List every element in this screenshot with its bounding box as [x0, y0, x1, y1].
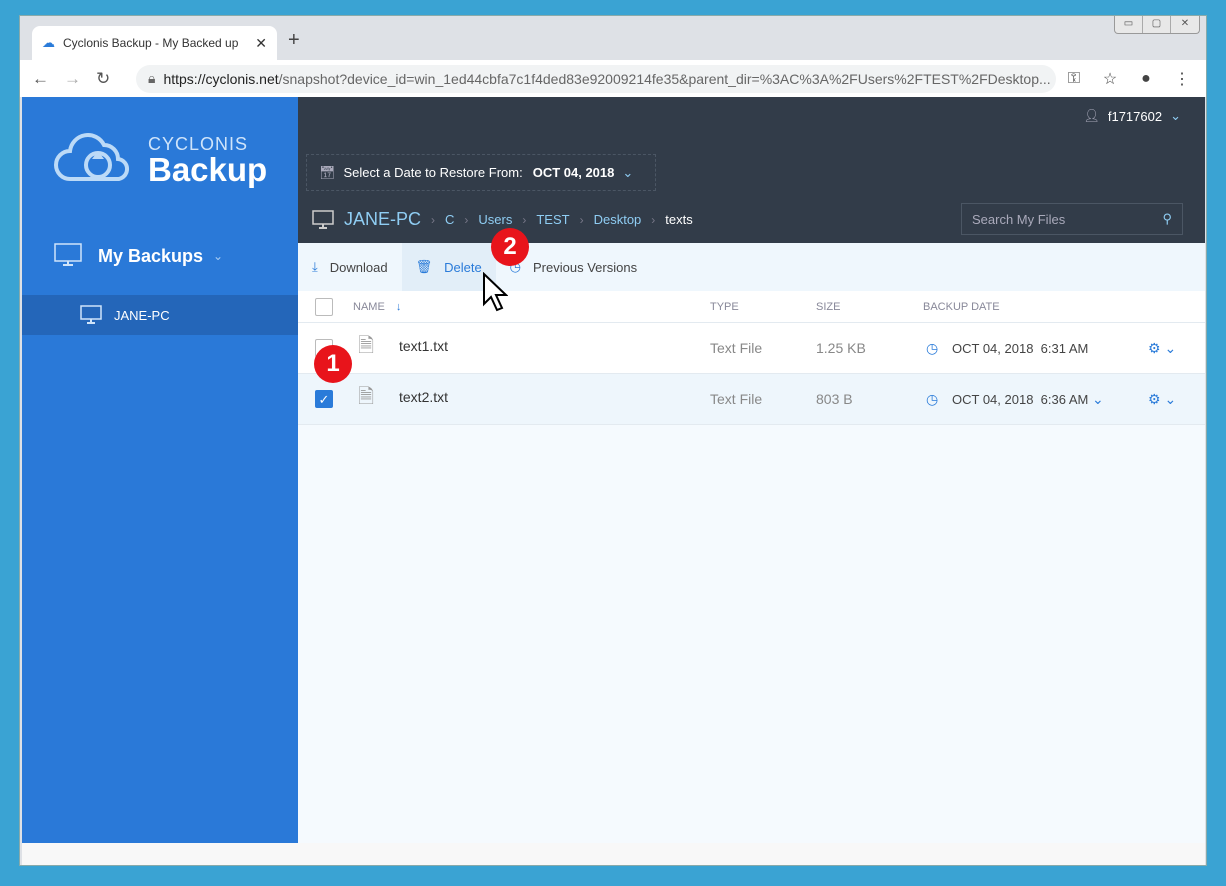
menu-icon[interactable]: ⋮ [1164, 69, 1200, 89]
column-size[interactable]: SIZE [816, 301, 840, 313]
sort-down-icon: ↓ [395, 300, 402, 313]
step-badge-1: 1 [314, 345, 352, 383]
toolbar: ⤓ Download 🗑︎ Delete ◷ Previous Versions [298, 243, 1205, 291]
column-name[interactable]: NAME ↓ [353, 301, 401, 313]
close-tab-icon[interactable]: ✕ [255, 35, 267, 52]
breadcrumb-item[interactable]: TEST [536, 212, 569, 227]
breadcrumb-item[interactable]: JANE-PC [344, 209, 421, 230]
cloud-favicon-icon: ☁ [42, 35, 55, 50]
column-backup-date[interactable]: BACKUP DATE [923, 301, 1000, 313]
delete-label: Delete [444, 259, 482, 275]
user-menu[interactable]: 👤︎ f1717602 ⌄ [1083, 108, 1181, 124]
sidebar-item-my-backups[interactable]: My Backups ⌄ [54, 243, 223, 269]
tab-title: Cyclonis Backup - My Backed up [63, 36, 239, 50]
back-icon[interactable]: ← [32, 69, 64, 89]
file-icon: 🗎 [358, 386, 375, 408]
cloud-upload-icon [54, 133, 129, 182]
file-size: 1.25 KB [816, 340, 866, 356]
brand-bottom: Backup [148, 150, 268, 188]
browser-tab[interactable]: ☁ Cyclonis Backup - My Backed up ✕ [32, 26, 277, 60]
monitor-cloud-icon [54, 243, 82, 266]
chevron-down-icon: ⌄ [1170, 108, 1181, 123]
file-size: 803 B [816, 391, 853, 407]
gear-menu-icon[interactable]: ⚙ ⌄ [1148, 391, 1176, 408]
breadcrumb-item[interactable]: Users [478, 212, 512, 227]
status-bar [22, 843, 1205, 865]
header: 👤︎ f1717602 ⌄ 📅︎ Select a Date to Restore F… [298, 97, 1205, 243]
reload-icon[interactable]: ↻ [96, 69, 128, 89]
version-dropdown-icon[interactable]: ⌄ [1092, 391, 1104, 408]
browser-window: ☁ Cyclonis Backup - My Backed up ✕ + ▭ ▢ ✕… [19, 15, 1207, 866]
forward-icon[interactable]: → [64, 69, 96, 89]
chevron-right-icon: › [579, 212, 584, 227]
search-icon[interactable]: ⚲ [1162, 211, 1172, 227]
monitor-icon [312, 209, 334, 229]
previous-versions-label: Previous Versions [533, 259, 638, 275]
chevron-down-icon: ⌄ [622, 164, 634, 180]
chevron-down-icon: ⌄ [213, 249, 224, 263]
date-label: Select a Date to Restore From: [343, 165, 523, 180]
chevron-right-icon: › [651, 212, 656, 227]
column-type[interactable]: TYPE [710, 301, 739, 313]
backup-date: OCT 04, 2018 6:36 AM [952, 391, 1089, 407]
file-icon: 🗎 [358, 335, 375, 357]
date-value: OCT 04, 2018 [532, 165, 615, 180]
search-placeholder: Search My Files [972, 211, 1066, 227]
breadcrumb-current: texts [665, 212, 693, 227]
tab-bar: ☁ Cyclonis Backup - My Backed up ✕ + ▭ ▢ ✕ [20, 16, 1206, 60]
device-label: JANE-PC [114, 307, 170, 323]
clock-icon: ◷ [926, 339, 939, 356]
my-backups-label: My Backups [98, 245, 204, 266]
download-label: Download [329, 259, 388, 275]
gear-menu-icon[interactable]: ⚙ ⌄ [1148, 340, 1176, 357]
step-badge-2: 2 [491, 228, 529, 266]
backup-date: OCT 04, 2018 6:31 AM [952, 340, 1089, 356]
mouse-cursor-icon [483, 272, 508, 312]
file-name[interactable]: text1.txt [399, 338, 448, 354]
breadcrumb-item[interactable]: Desktop [594, 212, 642, 227]
close-window-button[interactable]: ✕ [1171, 16, 1199, 33]
search-input[interactable]: Search My Files ⚲ [961, 203, 1183, 235]
account-icon[interactable]: ● [1128, 70, 1164, 88]
star-icon[interactable]: ☆ [1092, 69, 1128, 89]
url-input[interactable]: 🔒︎ https://cyclonis.net/snapshot?device_… [136, 64, 1056, 93]
file-type: Text File [710, 340, 763, 356]
calendar-icon: 📅︎ [319, 164, 336, 180]
app: CYCLONIS Backup My Backups ⌄ JANE-PC 👤︎ f17… [22, 97, 1205, 843]
chevron-right-icon: › [464, 212, 469, 227]
table-row[interactable]: 🗎 text1.txt Text File 1.25 KB ◷ OCT 04, … [298, 323, 1205, 374]
lock-icon: 🔒︎ [148, 70, 156, 86]
table-header: NAME ↓ TYPE SIZE BACKUP DATE [298, 291, 1205, 323]
key-icon[interactable]: ⚿ [1056, 70, 1092, 88]
username: f1717602 [1107, 108, 1163, 124]
chevron-right-icon: › [522, 212, 527, 227]
select-all-checkbox[interactable] [315, 297, 333, 316]
row-checkbox[interactable]: ✓ [315, 390, 333, 408]
sidebar: CYCLONIS Backup My Backups ⌄ JANE-PC [22, 97, 298, 843]
address-bar: ← → ↻ 🔒︎ https://cyclonis.net/snapshot?d… [20, 60, 1206, 97]
sidebar-item-jane-pc[interactable]: JANE-PC [22, 295, 298, 335]
breadcrumb: JANE-PC › C › Users › TEST › Desktop › texts [312, 209, 693, 230]
url-path: /snapshot?device_id=win_1ed44cbfa7c1f4de… [278, 70, 1051, 87]
name-header: NAME [353, 300, 385, 313]
trash-icon: 🗑︎ [415, 259, 433, 274]
download-icon: ⤓ [312, 259, 318, 274]
date-picker[interactable]: 📅︎ Select a Date to Restore From: OCT 04, … [306, 154, 656, 191]
url-host: https://cyclonis.net [163, 70, 279, 87]
table-row[interactable]: ✓ 🗎 text2.txt Text File 803 B ◷ OCT 04, … [298, 374, 1205, 425]
file-name[interactable]: text2.txt [399, 389, 448, 405]
user-icon: 👤︎ [1083, 108, 1100, 123]
new-tab-button[interactable]: + [288, 29, 300, 52]
file-type: Text File [710, 391, 763, 407]
breadcrumb-item[interactable]: C [445, 212, 454, 227]
minimize-button[interactable]: ▭ [1115, 16, 1143, 33]
clock-icon: ◷ [926, 390, 939, 407]
maximize-button[interactable]: ▢ [1143, 16, 1171, 33]
download-button[interactable]: ⤓ Download [298, 243, 402, 291]
monitor-icon [80, 305, 102, 324]
window-controls: ▭ ▢ ✕ [1114, 16, 1200, 34]
chevron-right-icon: › [431, 212, 436, 227]
logo: CYCLONIS Backup [52, 129, 267, 189]
